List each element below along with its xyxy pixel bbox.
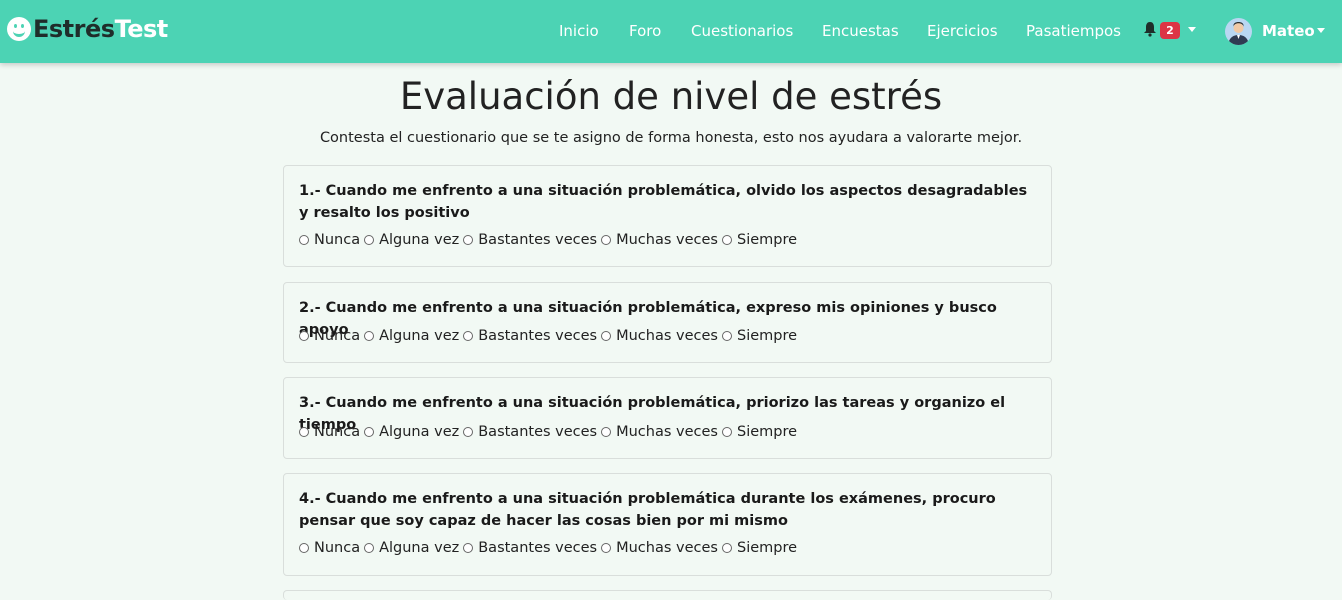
nav-pasatiempos[interactable]: Pasatiempos <box>1026 22 1121 40</box>
question-text: 4.- Cuando me enfrento a una situación p… <box>299 491 996 529</box>
nav-inicio[interactable]: Inicio <box>559 22 599 40</box>
option-muchas-veces[interactable]: Muchas veces <box>601 328 718 344</box>
option-muchas-veces[interactable]: Muchas veces <box>601 232 718 248</box>
notifications-caret-icon[interactable] <box>1188 27 1196 32</box>
notification-badge: 2 <box>1160 22 1180 39</box>
radio-button[interactable] <box>721 427 732 437</box>
option-bastantes-veces[interactable]: Bastantes veces <box>463 540 597 556</box>
radio-button[interactable] <box>463 543 474 553</box>
option-nunca[interactable]: Nunca <box>299 540 360 556</box>
option-alguna-vez[interactable]: Alguna vez <box>364 232 459 248</box>
option-muchas-veces[interactable]: Muchas veces <box>601 540 718 556</box>
option-nunca[interactable]: Nunca <box>299 424 360 440</box>
radio-button[interactable] <box>364 427 375 437</box>
radio-button[interactable] <box>463 331 474 341</box>
option-muchas-veces[interactable]: Muchas veces <box>601 424 718 440</box>
option-nunca[interactable]: Nunca <box>299 328 360 344</box>
question-card-partial <box>283 590 1052 600</box>
radio-button[interactable] <box>601 235 612 245</box>
option-nunca[interactable]: Nunca <box>299 232 360 248</box>
nav-encuestas[interactable]: Encuestas <box>822 22 899 40</box>
nav-foro[interactable]: Foro <box>629 22 661 40</box>
radio-button[interactable] <box>601 427 612 437</box>
radio-button[interactable] <box>463 427 474 437</box>
radio-button[interactable] <box>364 331 375 341</box>
option-alguna-vez[interactable]: Alguna vez <box>364 540 459 556</box>
option-siempre[interactable]: Siempre <box>721 328 797 344</box>
answer-options: Nunca Alguna vez Bastantes veces Muchas … <box>299 540 801 556</box>
question-card: 1.- Cuando me enfrento a una situación p… <box>283 165 1052 267</box>
option-alguna-vez[interactable]: Alguna vez <box>364 424 459 440</box>
radio-button[interactable] <box>463 235 474 245</box>
option-bastantes-veces[interactable]: Bastantes veces <box>463 424 597 440</box>
option-bastantes-veces[interactable]: Bastantes veces <box>463 232 597 248</box>
question-card: 4.- Cuando me enfrento a una situación p… <box>283 473 1052 576</box>
page-title: Evaluación de nivel de estrés <box>399 75 943 118</box>
radio-button[interactable] <box>299 543 309 553</box>
option-siempre[interactable]: Siempre <box>721 424 797 440</box>
option-bastantes-veces[interactable]: Bastantes veces <box>463 328 597 344</box>
answer-options: Nunca Alguna vez Bastantes veces Muchas … <box>299 232 801 248</box>
radio-button[interactable] <box>364 543 375 553</box>
radio-button[interactable] <box>299 331 309 341</box>
navbar: EstrésTest Inicio Foro Cuestionarios Enc… <box>0 0 1342 63</box>
user-avatar[interactable] <box>1225 18 1252 45</box>
answer-options: Nunca Alguna vez Bastantes veces Muchas … <box>299 424 801 440</box>
option-siempre[interactable]: Siempre <box>721 232 797 248</box>
radio-button[interactable] <box>601 543 612 553</box>
radio-button[interactable] <box>364 235 375 245</box>
nav-cuestionarios[interactable]: Cuestionarios <box>691 22 793 40</box>
nav-ejercicios[interactable]: Ejercicios <box>927 22 998 40</box>
radio-button[interactable] <box>721 543 732 553</box>
page-subtitle: Contesta el cuestionario que se te asign… <box>319 130 1023 146</box>
radio-button[interactable] <box>721 331 732 341</box>
question-card: 2.- Cuando me enfrento a una situación p… <box>283 282 1052 363</box>
question-card: 3.- Cuando me enfrento a una situación p… <box>283 377 1052 459</box>
user-menu-caret-icon[interactable] <box>1317 28 1325 33</box>
radio-button[interactable] <box>299 427 309 437</box>
bell-icon[interactable] <box>1143 21 1157 37</box>
option-alguna-vez[interactable]: Alguna vez <box>364 328 459 344</box>
option-siempre[interactable]: Siempre <box>721 540 797 556</box>
radio-button[interactable] <box>299 235 309 245</box>
radio-button[interactable] <box>721 235 732 245</box>
radio-button[interactable] <box>601 331 612 341</box>
answer-options: Nunca Alguna vez Bastantes veces Muchas … <box>299 328 801 344</box>
user-name[interactable]: Mateo <box>1262 22 1315 40</box>
nav-links: Inicio Foro Cuestionarios Encuestas Ejer… <box>0 0 1342 63</box>
question-text: 1.- Cuando me enfrento a una situación p… <box>299 183 1028 221</box>
